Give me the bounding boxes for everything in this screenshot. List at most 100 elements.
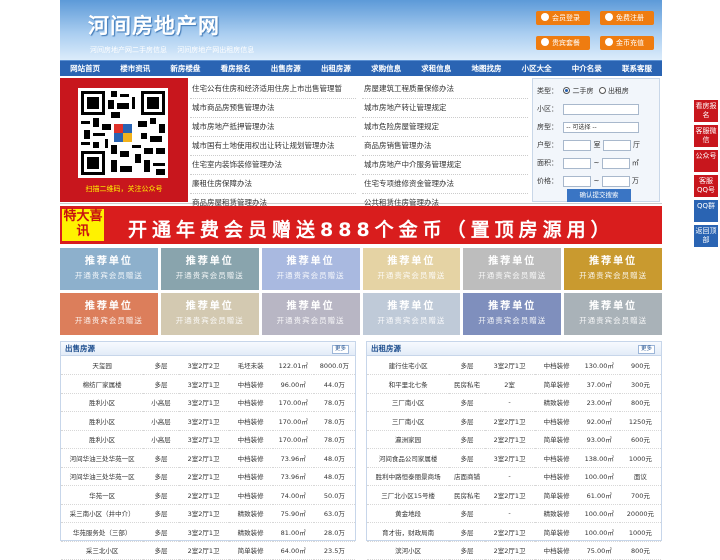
radio-rent[interactable] bbox=[598, 87, 606, 94]
table-row[interactable]: 河间华油三处华苑一区 多层 2室2厅1卫 中档装修 73.96㎡ 48.0万 bbox=[61, 467, 355, 486]
table-cell[interactable]: 三厂南小区 bbox=[367, 411, 450, 431]
table-cell[interactable]: 滨河小区 bbox=[367, 541, 450, 560]
news-link[interactable]: 住宅公有住房和经济适用住房上市出售管理暂 bbox=[190, 80, 356, 99]
nav-viewing-signup[interactable]: 看房报名 bbox=[211, 61, 261, 76]
table-cell[interactable]: 育才街，财政局南 bbox=[367, 522, 450, 542]
news-link[interactable]: 廉租住房保障办法 bbox=[190, 175, 356, 194]
table-row[interactable]: 河间食品公司家属楼 多层 3室2厅1卫 中档装修 138.00㎡ 1000元 bbox=[367, 448, 661, 468]
table-row[interactable]: 胜利小区 小高层 3室2厅1卫 中档装修 170.00㎡ 78.0万 bbox=[61, 393, 355, 412]
table-cell[interactable]: 和平里北七条 bbox=[367, 374, 450, 394]
nav-home[interactable]: 网站首页 bbox=[60, 61, 110, 76]
news-link[interactable]: 商品房销售管理办法 bbox=[362, 137, 528, 156]
subtitle-rent[interactable]: 河间房地产网出租房信息 bbox=[177, 46, 254, 54]
nav-want-rent[interactable]: 求租信息 bbox=[411, 61, 461, 76]
nav-map[interactable]: 地图找房 bbox=[461, 61, 511, 76]
hall-select[interactable] bbox=[602, 139, 631, 151]
nav-news[interactable]: 楼市资讯 bbox=[110, 61, 160, 76]
news-link[interactable]: 城市国有土地使用权出让转让规划管理办法 bbox=[190, 137, 356, 156]
house-type-select[interactable]: -- 可选择 -- bbox=[563, 121, 640, 133]
table-row[interactable]: 采三北小区 多层 2室2厅1卫 简单装修 64.00㎡ 23.5万 bbox=[61, 541, 355, 560]
nav-agents[interactable]: 中介名录 bbox=[562, 61, 612, 76]
recommended-unit-slot[interactable]: 推荐单位 开通贵宾会员赠送 bbox=[463, 248, 562, 290]
table-row[interactable]: 滨河小区 多层 2室2厅1卫 中档装修 75.00㎡ 800元 bbox=[367, 541, 661, 560]
table-row[interactable]: 华苑一区 多层 2室2厅1卫 中档装修 74.00㎡ 50.0万 bbox=[61, 485, 355, 505]
nav-want-buy[interactable]: 求购信息 bbox=[361, 61, 411, 76]
room-select[interactable] bbox=[563, 139, 592, 151]
promo-banner[interactable]: 特大喜讯 开通年费会员赠送888个金币（置顶房源用） bbox=[60, 206, 662, 244]
table-cell[interactable]: 瀛洲家园 bbox=[367, 430, 450, 449]
news-link[interactable]: 住宅专项维修资金管理办法 bbox=[362, 175, 528, 194]
search-submit-button[interactable]: 确认提交搜索 bbox=[567, 189, 631, 202]
table-row[interactable]: 三厂南小区 多层 - 精致装修 23.00㎡ 800元 bbox=[367, 393, 661, 412]
table-cell[interactable]: 采三南小区（井中介） bbox=[61, 504, 144, 523]
table-cell[interactable]: 河间华油三处华苑一区 bbox=[61, 448, 144, 468]
table-cell[interactable]: 河间食品公司家属楼 bbox=[367, 448, 450, 468]
table-cell[interactable]: 华苑服务处（三部） bbox=[61, 522, 144, 542]
table-cell[interactable]: 采三北小区 bbox=[61, 541, 144, 560]
vip-package-button[interactable]: 贵宾套餐 bbox=[536, 36, 590, 50]
nav-sale[interactable]: 出售房源 bbox=[261, 61, 311, 76]
radio-second-hand[interactable] bbox=[563, 87, 571, 94]
table-cell[interactable]: 河间华油三处华苑一区 bbox=[61, 467, 144, 486]
recommended-unit-slot[interactable]: 推荐单位 开通贵宾会员赠送 bbox=[60, 248, 158, 290]
side-qq-service-button[interactable]: 客服QQ号 bbox=[694, 175, 718, 197]
recommended-unit-slot[interactable]: 推荐单位 开通贵宾会员赠送 bbox=[160, 293, 259, 335]
table-row[interactable]: 天玺园 多层 3室2厅2卫 毛坯未装 122.01㎡ 8000.0万 bbox=[61, 356, 355, 375]
sale-more-button[interactable]: 更多 bbox=[331, 345, 349, 354]
table-row[interactable]: 胜利小区 小高层 3室2厅1卫 中档装修 170.00㎡ 78.0万 bbox=[61, 430, 355, 449]
table-row[interactable]: 棉纺厂家属楼 多层 3室2厅1卫 中档装修 96.00㎡ 44.0万 bbox=[61, 374, 355, 394]
recommended-unit-slot[interactable]: 推荐单位 开通贵宾会员赠送 bbox=[463, 293, 562, 335]
price-min-input[interactable] bbox=[563, 175, 592, 187]
table-cell[interactable]: 三厂北小区15号楼 bbox=[367, 485, 450, 505]
recommended-unit-slot[interactable]: 推荐单位 开通贵宾会员赠送 bbox=[564, 248, 662, 290]
recommended-unit-slot[interactable]: 推荐单位 开通贵宾会员赠送 bbox=[564, 293, 662, 335]
news-link[interactable]: 住宅室内装饰装修管理办法 bbox=[190, 156, 356, 175]
recommended-unit-slot[interactable]: 推荐单位 开通贵宾会员赠送 bbox=[60, 293, 158, 335]
recommended-unit-slot[interactable]: 推荐单位 开通贵宾会员赠送 bbox=[261, 293, 360, 335]
site-logo-title[interactable]: 河间房地产网 bbox=[88, 10, 220, 40]
news-link[interactable]: 城市房地产转让管理规定 bbox=[362, 99, 528, 118]
table-row[interactable]: 瀛洲家园 多层 2室2厅1卫 简单装修 93.00㎡ 600元 bbox=[367, 430, 661, 449]
table-row[interactable]: 三厂北小区15号楼 民房私宅 2室2厅1卫 简单装修 61.00㎡ 700元 bbox=[367, 485, 661, 505]
side-viewing-signup-button[interactable]: 看房报名 bbox=[694, 100, 718, 122]
nav-contact[interactable]: 联系客服 bbox=[612, 61, 662, 76]
table-row[interactable]: 黄金地段 多层 - 精致装修 100.00㎡ 20000元 bbox=[367, 504, 661, 523]
side-back-to-top-button[interactable]: 返回顶部 bbox=[694, 225, 718, 247]
coin-recharge-button[interactable]: 金币充值 bbox=[600, 36, 654, 50]
news-link[interactable]: 房屋建筑工程质量保修办法 bbox=[362, 80, 528, 99]
table-cell[interactable]: 棉纺厂家属楼 bbox=[61, 374, 144, 394]
table-row[interactable]: 建行住宅小区 多层 3室2厅1卫 中档装修 130.00㎡ 900元 bbox=[367, 356, 661, 375]
side-official-account-button[interactable]: 公众号 bbox=[694, 150, 718, 172]
news-link[interactable]: 城市房地产中介服务管理规定 bbox=[362, 156, 528, 175]
rent-more-button[interactable]: 更多 bbox=[637, 345, 655, 354]
table-row[interactable]: 胜利中路恒泰丽景商场 店面商铺 - 中档装修 100.00㎡ 面议 bbox=[367, 467, 661, 486]
table-cell[interactable]: 黄金地段 bbox=[367, 504, 450, 523]
price-max-input[interactable] bbox=[601, 175, 630, 187]
login-button[interactable]: 会员登录 bbox=[536, 11, 590, 25]
recommended-unit-slot[interactable]: 推荐单位 开通贵宾会员赠送 bbox=[160, 248, 259, 290]
community-input[interactable] bbox=[563, 103, 640, 115]
nav-rent[interactable]: 出租房源 bbox=[311, 61, 361, 76]
side-wechat-service-button[interactable]: 客服微信 bbox=[694, 125, 718, 147]
table-row[interactable]: 胜利小区 小高层 3室2厅1卫 中档装修 170.00㎡ 78.0万 bbox=[61, 411, 355, 431]
nav-communities[interactable]: 小区大全 bbox=[512, 61, 562, 76]
recommended-unit-slot[interactable]: 推荐单位 开通贵宾会员赠送 bbox=[362, 293, 461, 335]
table-row[interactable]: 河间华油三处华苑一区 多层 2室2厅1卫 中档装修 73.96㎡ 48.0万 bbox=[61, 448, 355, 468]
news-link[interactable]: 城市危险房屋管理规定 bbox=[362, 118, 528, 137]
table-cell[interactable]: 胜利小区 bbox=[61, 393, 144, 412]
area-min-input[interactable] bbox=[563, 157, 592, 169]
table-cell[interactable]: 建行住宅小区 bbox=[367, 356, 450, 375]
table-cell[interactable]: 三厂南小区 bbox=[367, 393, 450, 412]
table-row[interactable]: 华苑服务处（三部） 多层 3室2厅1卫 精致装修 81.00㎡ 28.0万 bbox=[61, 522, 355, 542]
table-row[interactable]: 三厂南小区 多层 2室2厅1卫 中档装修 92.00㎡ 1250元 bbox=[367, 411, 661, 431]
table-row[interactable]: 和平里北七条 民房私宅 2室 简单装修 37.00㎡ 300元 bbox=[367, 374, 661, 394]
table-cell[interactable]: 胜利中路恒泰丽景商场 bbox=[367, 467, 450, 486]
table-row[interactable]: 采三南小区（井中介） 多层 3室2厅1卫 精致装修 75.90㎡ 63.0万 bbox=[61, 504, 355, 523]
table-cell[interactable]: 胜利小区 bbox=[61, 411, 144, 431]
table-row[interactable]: 育才街，财政局南 多层 2室2厅1卫 简单装修 100.00㎡ 1000元 bbox=[367, 522, 661, 542]
table-cell[interactable]: 天玺园 bbox=[61, 356, 144, 375]
table-cell[interactable]: 胜利小区 bbox=[61, 430, 144, 449]
recommended-unit-slot[interactable]: 推荐单位 开通贵宾会员赠送 bbox=[362, 248, 461, 290]
nav-new-homes[interactable]: 新房楼盘 bbox=[160, 61, 210, 76]
news-link[interactable]: 城市商品房预售管理办法 bbox=[190, 99, 356, 118]
